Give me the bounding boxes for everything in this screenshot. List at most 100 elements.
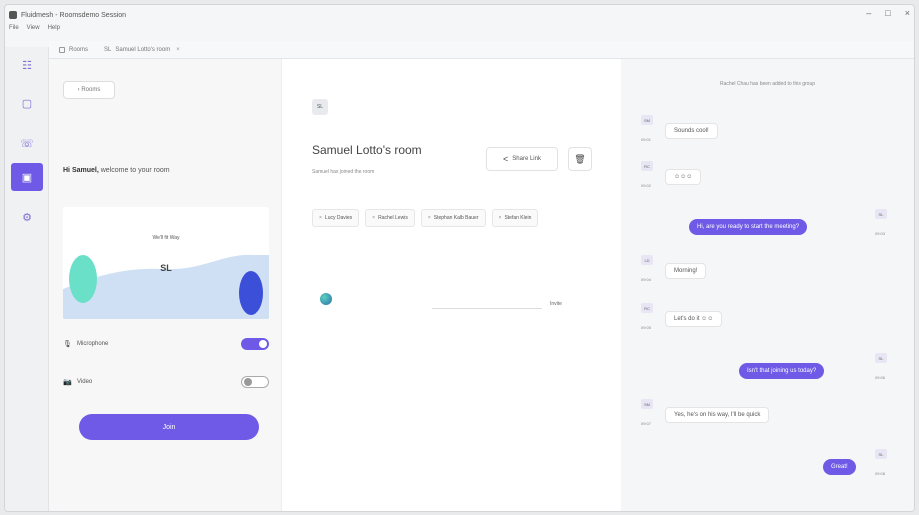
remove-icon[interactable]: × [428, 215, 431, 221]
app-window: Fluidmesh - Roomsdemo Session – □ × File… [4, 4, 915, 512]
participant-chip[interactable]: × Lucy Davies [312, 209, 360, 227]
preview-avatar: SL [160, 263, 172, 273]
participant-name: Stephan Kalb Bauer [433, 215, 479, 221]
participant-name: Lucy Davies [324, 215, 353, 221]
rail-item-home[interactable]: ☷ [11, 51, 43, 79]
rail-item-chat[interactable]: ▢ [11, 89, 43, 117]
chat-icon: ▢ [21, 97, 33, 110]
room-title: Samuel Lotto's room [312, 143, 422, 157]
participant-name: Rachel Lewis [378, 215, 408, 221]
message-bubble: Morning! [665, 263, 707, 279]
welcome-name: Hi Samuel, [63, 167, 99, 174]
close-button[interactable]: × [905, 8, 910, 18]
message-avatar: SL [875, 209, 887, 219]
preview-plant-left [69, 255, 97, 303]
menu-view[interactable]: View [27, 25, 40, 31]
welcome-rest: welcome to your room [98, 167, 170, 174]
message-bubble: Yes, he's on his way, I'll be quick [665, 407, 770, 423]
remove-icon[interactable]: × [499, 215, 502, 221]
participant-chip[interactable]: × Stefan Klein [491, 209, 539, 227]
window-title: Fluidmesh - Roomsdemo Session [21, 11, 127, 19]
message-bubble: Let's do it ☺☺ [665, 311, 723, 327]
chat-notice: Rachel Chau has been added to this group [719, 81, 816, 87]
gear-icon: ⚙ [22, 211, 32, 224]
tab-rooms[interactable]: Rooms [55, 45, 92, 55]
microphone-label: Microphone [77, 341, 109, 347]
rail-item-settings[interactable]: ⚙ [11, 203, 43, 231]
window-controls: – □ × [866, 8, 910, 18]
remove-icon[interactable]: × [319, 215, 322, 221]
preview-plant-right [239, 271, 263, 315]
room-stage: Invite [312, 273, 602, 333]
room-panel: SL Samuel Lotto's room Samuel has joined… [281, 59, 621, 511]
message-avatar: SM [641, 115, 653, 125]
left-rail: ☷ ▢ ☏ ▣ ⚙ [5, 47, 49, 511]
back-button[interactable]: ‹ Rooms [63, 81, 115, 99]
rooms-icon: ▣ [21, 171, 33, 184]
message-time: 09:07 [641, 421, 652, 426]
minimize-button[interactable]: – [866, 8, 871, 18]
message-avatar: LD [641, 255, 653, 265]
preview-label: We'll fit Way [152, 235, 180, 241]
message-time: 09:02 [641, 183, 652, 188]
rail-item-calls[interactable]: ☏ [11, 129, 43, 157]
invite-link[interactable]: Invite [550, 301, 562, 307]
message-bubble: Sounds cool! [665, 123, 718, 139]
tab-room[interactable]: SL Samuel Lotto's room × [100, 45, 184, 55]
participant-chip[interactable]: × Rachel Lewis [365, 209, 415, 227]
menu-help[interactable]: Help [48, 25, 60, 31]
message-bubble: Isn't that joining us today? [739, 363, 825, 379]
phone-icon: ☏ [20, 137, 34, 150]
tab-close-icon[interactable]: × [176, 47, 180, 53]
tab-room-label: Samuel Lotto's room [115, 46, 171, 53]
participant-name: Stefan Klein [504, 215, 532, 221]
title-bar: Fluidmesh - Roomsdemo Session – □ × [5, 5, 914, 25]
app-logo-icon [9, 11, 17, 19]
message-time: 09:04 [641, 277, 652, 282]
message-avatar: SL [875, 353, 887, 363]
toggle-knob [244, 378, 252, 386]
join-button[interactable]: Join [79, 414, 259, 440]
video-preview: We'll fit Way SL [63, 207, 269, 319]
share-icon: < [503, 154, 509, 164]
menu-file[interactable]: File [9, 25, 19, 31]
video-toggle[interactable] [241, 376, 269, 388]
remove-icon[interactable]: × [372, 215, 375, 221]
room-avatar: SL [312, 99, 328, 115]
message-time: 09:08 [875, 471, 886, 476]
video-label: Video [77, 379, 93, 385]
message-bubble: ☺☺☺ [665, 169, 702, 185]
camera-icon: 📷 [63, 379, 72, 386]
message-time: 09:05 [641, 325, 652, 330]
globe-icon [320, 293, 332, 305]
maximize-button[interactable]: □ [885, 8, 890, 18]
stage-divider [432, 308, 542, 309]
trash-icon: 🗑 [574, 153, 586, 164]
microphone-toggle[interactable] [241, 338, 269, 350]
join-panel: ‹ Rooms Hi Samuel, welcome to your room … [49, 59, 281, 511]
toggle-knob [259, 340, 267, 348]
message-time: 09:03 [875, 231, 886, 236]
menu-bar: File View Help [9, 25, 60, 31]
rail-item-rooms[interactable]: ▣ [11, 163, 43, 191]
share-link-button[interactable]: < Share Link [486, 147, 558, 171]
chat-panel: Rachel Chau has been added to this group… [621, 59, 914, 511]
message-avatar: SL [875, 449, 887, 459]
tab-room-initials: SL [104, 46, 112, 53]
welcome-text: Hi Samuel, welcome to your room [63, 167, 170, 174]
home-icon: ☷ [22, 59, 32, 72]
tab-rooms-label: Rooms [69, 46, 89, 53]
microphone-row: 🎙 Microphone [63, 335, 269, 353]
message-time: 09:01 [641, 137, 652, 142]
tab-bar: Rooms SL Samuel Lotto's room × [49, 41, 914, 59]
participant-list: × Lucy Davies × Rachel Lewis × Stephan Kalb… [312, 209, 582, 227]
participant-chip[interactable]: × Stephan Kalb Bauer [420, 209, 486, 227]
message-bubble: Great! [823, 459, 856, 475]
delete-button[interactable]: 🗑 [568, 147, 592, 171]
message-avatar: RC [641, 161, 653, 171]
video-row: 📷 Video [63, 373, 269, 391]
message-avatar: SM [641, 399, 653, 409]
room-subtitle: Samuel has joined the room [312, 169, 375, 175]
share-link-label: Share Link [512, 156, 541, 162]
message-time: 09:06 [875, 375, 886, 380]
